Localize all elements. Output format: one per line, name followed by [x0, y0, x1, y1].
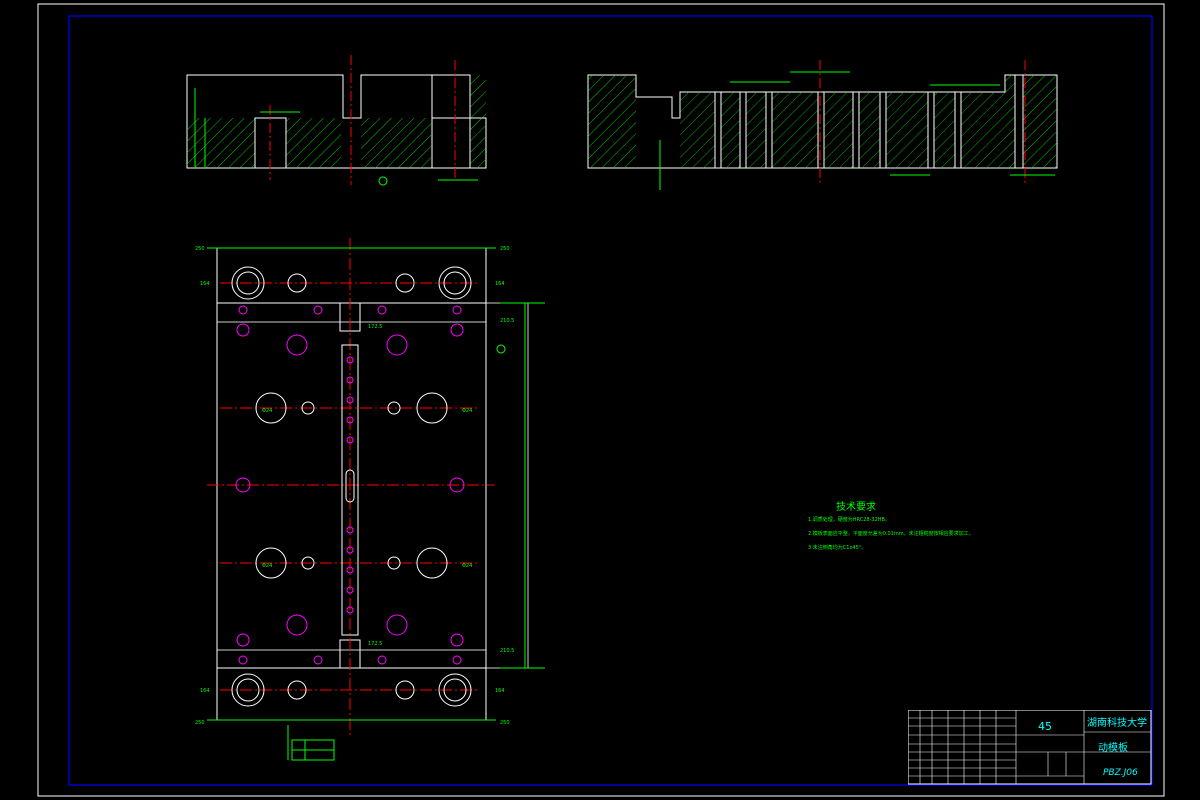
svg-text:172.5: 172.5 — [368, 641, 382, 647]
plan-view: 250 250 250 250 164 164 164 164 Φ24 Φ24 Φ24 Φ2… — [195, 238, 545, 761]
section-marker-b — [378, 176, 388, 186]
svg-text:Φ24: Φ24 — [462, 563, 472, 569]
svg-text:164: 164 — [200, 281, 210, 287]
technical-requirement-1: 1.调质处理，硬度为HRC28-32HB。 — [808, 517, 890, 523]
technical-requirements-heading: 技术要求 — [836, 502, 876, 513]
technical-requirement-2: 2.模板表面应平整，平面度允差为0.01mm，未注粗糙度按相应要求加工。 — [808, 531, 974, 537]
svg-text:Φ24: Φ24 — [262, 563, 272, 569]
svg-text:164: 164 — [495, 688, 505, 694]
section-view-left — [186, 55, 487, 186]
svg-text:210.5: 210.5 — [500, 318, 514, 324]
svg-text:164: 164 — [495, 281, 505, 287]
section-marker-a — [496, 344, 506, 354]
svg-text:250: 250 — [195, 246, 205, 252]
svg-text:Φ24: Φ24 — [462, 408, 472, 414]
cad-drawing-canvas: 250 250 250 250 164 164 164 164 Φ24 Φ24 Φ24 Φ2… — [37, 3, 1165, 797]
section-view-right — [587, 60, 1058, 190]
svg-text:250: 250 — [195, 720, 205, 726]
svg-text:172.5: 172.5 — [368, 324, 382, 330]
title-part-name: 动模板 — [1098, 743, 1128, 754]
svg-text:210.5: 210.5 — [500, 648, 514, 654]
svg-text:250: 250 — [500, 246, 510, 252]
title-school: 湖南科技大学 — [1087, 718, 1147, 729]
svg-text:250: 250 — [500, 720, 510, 726]
svg-text:164: 164 — [200, 688, 210, 694]
title-drawing-number: PBZ.J06 — [1103, 768, 1138, 778]
technical-requirement-3: 3.未注倒角均为C1x45°。 — [808, 545, 867, 551]
title-material: 45 — [1038, 720, 1052, 733]
svg-text:Φ24: Φ24 — [262, 408, 272, 414]
